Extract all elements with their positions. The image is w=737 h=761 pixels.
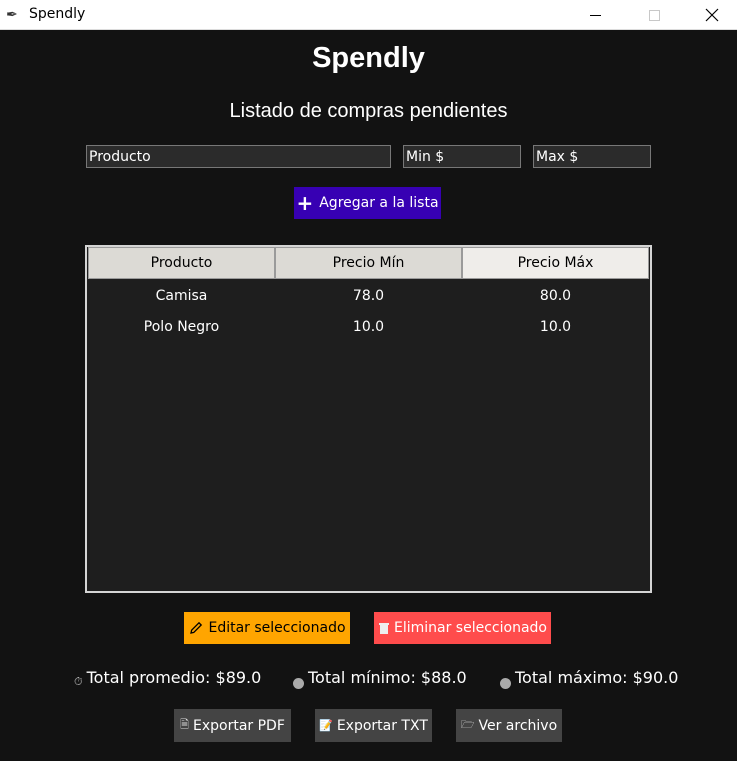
- column-header-precio-min[interactable]: Precio Mín: [275, 247, 462, 279]
- table-header: Producto Precio Mín Precio Máx: [87, 247, 650, 279]
- circle-icon: [293, 678, 304, 689]
- delete-button-label: Eliminar seleccionado: [394, 620, 547, 636]
- pencil-icon: [190, 621, 203, 634]
- total-minimo-text: Total mínimo: $88.0: [308, 668, 467, 687]
- view-file-button[interactable]: 🗁 Ver archivo: [456, 709, 562, 742]
- app-title: Spendly: [312, 42, 425, 74]
- feather-icon: ✒: [6, 6, 18, 22]
- product-input[interactable]: [86, 145, 391, 168]
- window-title: Spendly: [29, 6, 86, 22]
- cell-precio-max: 80.0: [539, 287, 572, 304]
- close-button[interactable]: [689, 0, 735, 30]
- window-titlebar: ✒ Spendly: [0, 0, 737, 30]
- document-icon: 🗎: [180, 718, 189, 731]
- circle-icon: [500, 678, 511, 689]
- total-minimo: Total mínimo: $88.0: [293, 668, 467, 689]
- total-maximo: Total máximo: $90.0: [500, 668, 679, 689]
- add-to-list-button[interactable]: + Agregar a la lista: [294, 187, 441, 219]
- cell-producto: Camisa: [155, 287, 208, 304]
- export-pdf-label: Exportar PDF: [192, 717, 285, 734]
- folder-icon: 🗁: [460, 718, 475, 731]
- total-maximo-text: Total máximo: $90.0: [515, 668, 679, 687]
- cell-precio-min: 10.0: [352, 318, 385, 335]
- document-edit-icon: 📝: [319, 719, 333, 732]
- view-file-label: Ver archivo: [478, 717, 558, 734]
- trash-icon: [379, 623, 389, 634]
- cell-precio-min: 78.0: [352, 287, 385, 304]
- export-txt-button[interactable]: 📝 Exportar TXT: [315, 709, 432, 742]
- edit-selected-button[interactable]: Editar seleccionado: [184, 612, 350, 644]
- column-header-producto[interactable]: Producto: [88, 247, 275, 279]
- total-promedio: ⏱ Total promedio: $89.0: [74, 668, 262, 688]
- maximize-icon: [648, 9, 660, 21]
- table-row[interactable]: Camisa 78.0 80.0: [87, 280, 650, 311]
- shopping-list-table: Producto Precio Mín Precio Máx Camisa 78…: [85, 245, 652, 593]
- minimize-icon: [589, 14, 601, 16]
- cell-producto: Polo Negro: [143, 318, 220, 335]
- export-pdf-button[interactable]: 🗎 Exportar PDF: [174, 709, 291, 742]
- close-icon: [705, 8, 719, 22]
- column-header-precio-max[interactable]: Precio Máx: [462, 247, 649, 279]
- total-promedio-text: Total promedio: $89.0: [86, 668, 262, 687]
- plus-icon: +: [296, 191, 314, 215]
- minimize-button[interactable]: [572, 0, 618, 30]
- page-subtitle: Listado de compras pendientes: [229, 100, 508, 122]
- cell-precio-max: 10.0: [539, 318, 572, 335]
- min-price-input[interactable]: [403, 145, 521, 168]
- max-price-input[interactable]: [533, 145, 651, 168]
- maximize-button[interactable]: [631, 0, 677, 30]
- add-button-label: Agregar a la lista: [319, 195, 439, 211]
- export-txt-label: Exportar TXT: [336, 717, 428, 734]
- stopwatch-icon: ⏱: [74, 675, 83, 688]
- edit-button-label: Editar seleccionado: [208, 620, 346, 636]
- delete-selected-button[interactable]: Eliminar seleccionado: [374, 612, 551, 644]
- table-row[interactable]: Polo Negro 10.0 10.0: [87, 311, 650, 342]
